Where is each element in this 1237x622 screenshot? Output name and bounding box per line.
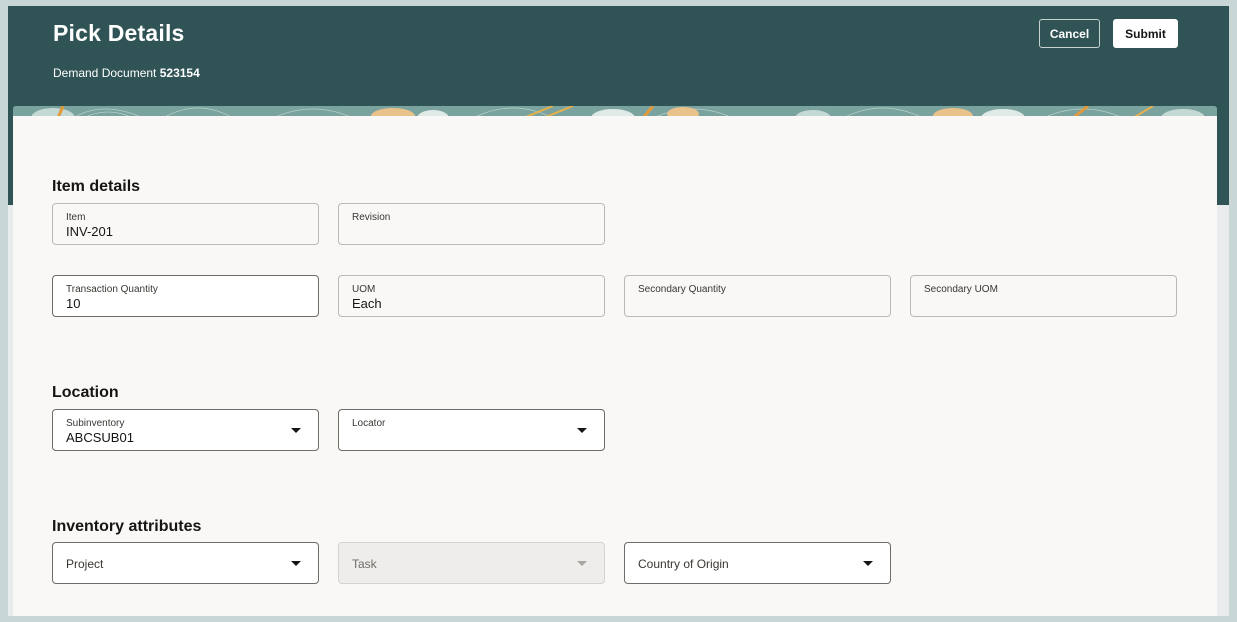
project-select[interactable]: Project (52, 542, 319, 584)
submit-button[interactable]: Submit (1113, 19, 1178, 48)
subinventory-select[interactable]: Subinventory ABCSUB01 (52, 409, 319, 451)
uom-field[interactable]: UOM Each (338, 275, 605, 317)
project-label: Project (66, 557, 104, 571)
section-title-inventory-attributes: Inventory attributes (52, 518, 202, 535)
item-field[interactable]: Item INV-201 (52, 203, 319, 245)
section-title-item-details: Item details (52, 178, 141, 195)
demand-document-number: 523154 (159, 66, 200, 80)
task-select: Task (338, 542, 605, 584)
item-label: Item (66, 212, 86, 223)
page-title: Pick Details (53, 20, 185, 46)
transaction-quantity-field[interactable]: Transaction Quantity 10 (52, 275, 319, 317)
transaction-quantity-label: Transaction Quantity (66, 284, 158, 295)
chevron-down-icon[interactable] (577, 428, 587, 433)
uom-label: UOM (352, 284, 376, 295)
secondary-uom-field[interactable]: Secondary UOM (910, 275, 1177, 317)
chevron-down-icon[interactable] (291, 428, 301, 433)
subinventory-label: Subinventory (66, 418, 125, 429)
locator-label: Locator (352, 418, 386, 429)
uom-value: Each (352, 296, 382, 311)
country-of-origin-label: Country of Origin (638, 557, 729, 571)
secondary-uom-label: Secondary UOM (924, 284, 998, 295)
revision-field[interactable]: Revision (338, 203, 605, 245)
country-of-origin-select[interactable]: Country of Origin (624, 542, 891, 584)
demand-document-label: Demand Document (53, 66, 157, 80)
app-frame: Pick Details Demand Document 523154 Canc… (8, 6, 1229, 616)
item-value: INV-201 (66, 224, 113, 239)
locator-select[interactable]: Locator (338, 409, 605, 451)
cancel-button[interactable]: Cancel (1039, 19, 1100, 48)
transaction-quantity-value: 10 (66, 296, 81, 311)
section-title-location: Location (52, 384, 119, 401)
revision-label: Revision (352, 212, 391, 223)
chevron-down-icon[interactable] (291, 561, 301, 566)
demand-document-subtitle: Demand Document 523154 (53, 66, 200, 80)
chevron-down-icon (577, 561, 587, 566)
secondary-quantity-field[interactable]: Secondary Quantity (624, 275, 891, 317)
form-card: Item details Item INV-201 Revision Trans… (13, 116, 1217, 616)
secondary-quantity-label: Secondary Quantity (638, 284, 726, 295)
chevron-down-icon[interactable] (863, 561, 873, 566)
subinventory-value: ABCSUB01 (66, 430, 134, 445)
task-label: Task (352, 557, 377, 571)
